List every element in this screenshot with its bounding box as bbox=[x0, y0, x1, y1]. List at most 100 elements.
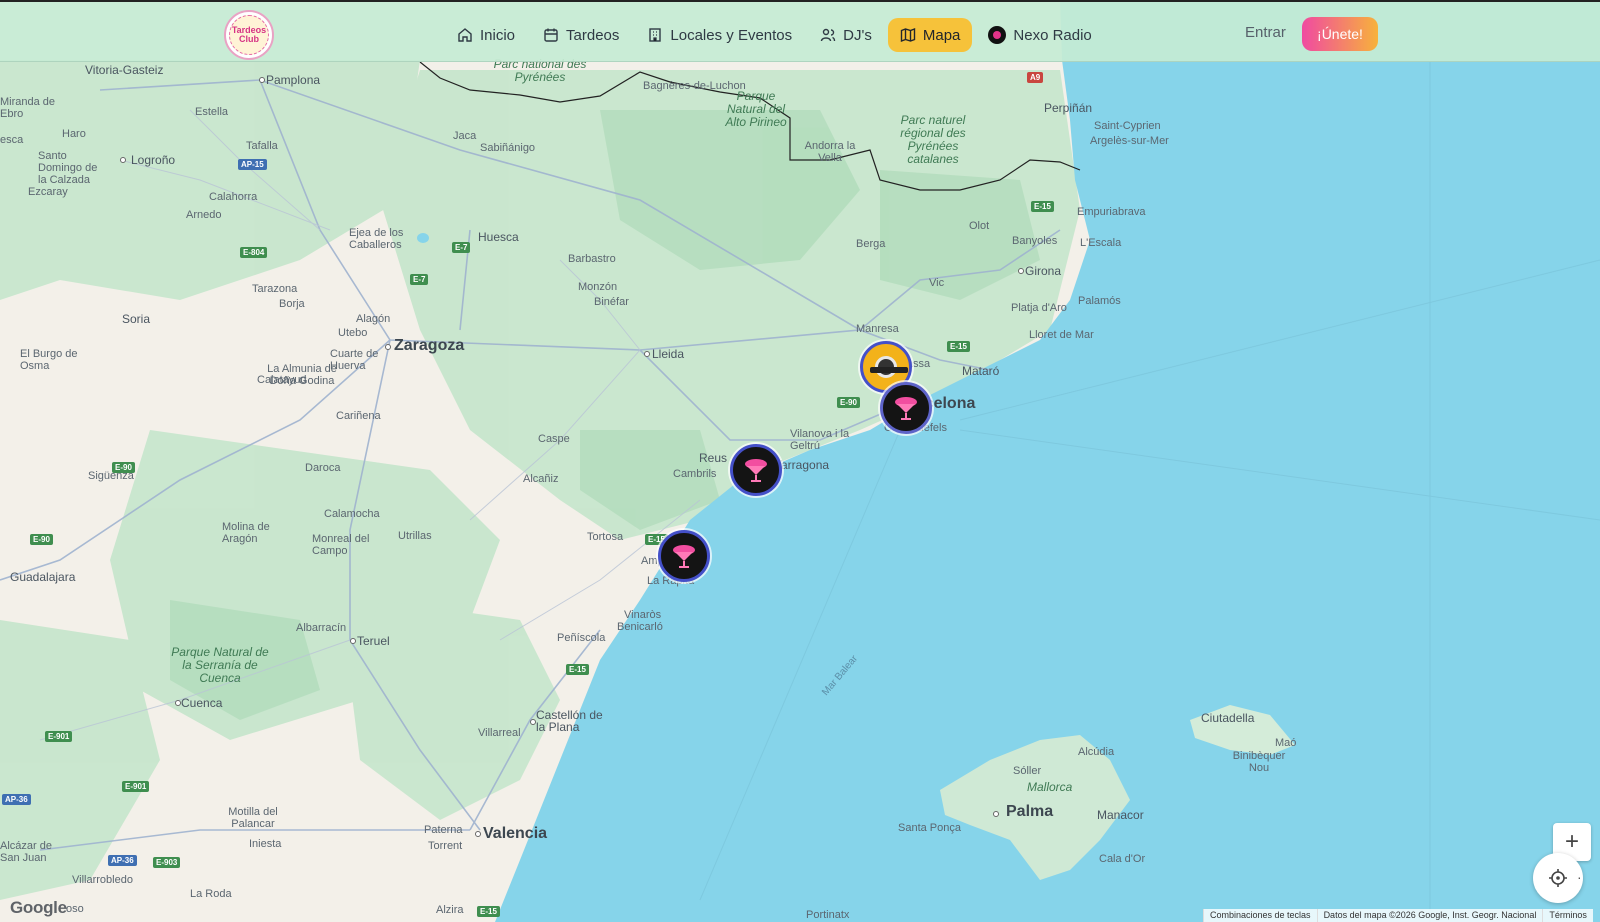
locate-dot: · bbox=[1577, 869, 1582, 885]
login-link[interactable]: Entrar bbox=[1245, 24, 1286, 41]
map-label: Motilla del Palancar bbox=[228, 806, 278, 830]
nav-label: DJ's bbox=[843, 26, 872, 44]
road-shield: A9 bbox=[1027, 72, 1044, 83]
map-label: Vitoria-Gasteiz bbox=[85, 63, 164, 77]
city-dot bbox=[259, 77, 265, 83]
map-label: Valencia bbox=[483, 825, 548, 842]
map-canvas[interactable]: Vitoria-Gasteiz Pamplona Miranda de Ebro… bbox=[0, 0, 1600, 922]
map-label: Andorra la Vella bbox=[804, 140, 856, 164]
city-dot bbox=[644, 351, 650, 357]
map-label: Miranda de Ebro bbox=[0, 96, 56, 120]
map-label: Palma bbox=[1006, 803, 1054, 820]
map-label: Zaragoza bbox=[394, 337, 465, 354]
road-shield: E-901 bbox=[122, 781, 150, 792]
my-location-button[interactable]: · bbox=[1533, 853, 1583, 903]
nav-label: Locales y Eventos bbox=[670, 26, 793, 44]
map-label: Manresa bbox=[856, 323, 899, 335]
map-label: Berga bbox=[856, 238, 886, 250]
map-label: Sóller bbox=[1013, 765, 1042, 777]
nav-label: Mapa bbox=[922, 26, 961, 44]
map-label-park: Parc naturel régional des Pyrénées catal… bbox=[900, 113, 966, 166]
map-label: Villarreal bbox=[478, 727, 521, 739]
nav-locales-eventos[interactable]: Locales y Eventos bbox=[635, 18, 804, 52]
map-label: Torrent bbox=[428, 840, 463, 852]
map-label: Lleida bbox=[652, 347, 685, 361]
map-label: L'Escala bbox=[1080, 237, 1122, 249]
map-label: Cala d'Or bbox=[1099, 853, 1146, 865]
map-label: Iniesta bbox=[249, 838, 282, 850]
map-label: Barbastro bbox=[568, 253, 616, 265]
map-label: Empuriabrava bbox=[1077, 206, 1146, 218]
map-marker-tardeos-amposta[interactable] bbox=[658, 530, 710, 582]
map-label: Monzón bbox=[578, 281, 618, 293]
nav-label: Nexo Radio bbox=[1013, 26, 1092, 44]
map-label: esca bbox=[0, 134, 24, 146]
cocktail-glass-icon bbox=[895, 397, 917, 420]
map-label: Calatayud bbox=[257, 374, 307, 386]
road-shield: E-90 bbox=[30, 534, 53, 545]
map-label: Tafalla bbox=[246, 140, 278, 152]
map-label: Daroca bbox=[305, 462, 341, 474]
map-label: Teruel bbox=[357, 634, 390, 648]
vinyl-disc-icon bbox=[870, 356, 908, 378]
road-shield: E-901 bbox=[45, 731, 73, 742]
nav-djs[interactable]: DJ's bbox=[808, 18, 884, 52]
tardeos-club-logo[interactable]: Tardeos Club bbox=[224, 10, 274, 60]
map-label: Alzira bbox=[436, 904, 464, 916]
map-label: Calahorra bbox=[209, 191, 258, 203]
map-label: Tarragona bbox=[775, 458, 830, 472]
map-label: Cambrils bbox=[673, 468, 717, 480]
cocktail-glass-icon bbox=[745, 459, 767, 482]
map-label: Logroño bbox=[131, 153, 176, 167]
map-label: Vilanova i la Geltrú bbox=[790, 428, 850, 452]
main-nav: Inicio Tardeos Locales y Eventos DJ's Ma… bbox=[445, 18, 1104, 52]
terms-link[interactable]: Términos bbox=[1542, 909, 1593, 922]
map-label: Benicarló bbox=[617, 621, 663, 633]
map-label: Albarracín bbox=[296, 622, 347, 634]
nav-inicio[interactable]: Inicio bbox=[445, 18, 527, 52]
city-dot bbox=[1018, 268, 1024, 274]
map-label: Utrillas bbox=[398, 530, 432, 542]
map-label: Alcúdia bbox=[1078, 746, 1115, 758]
map-label: Molina de Aragón bbox=[222, 521, 270, 545]
map-label: Olot bbox=[969, 220, 990, 232]
nav-tardeos[interactable]: Tardeos bbox=[531, 18, 631, 52]
city-dot bbox=[993, 811, 999, 817]
road-shield: E-15 bbox=[1031, 201, 1054, 212]
map-label: Palamós bbox=[1078, 295, 1121, 307]
radio-logo-icon bbox=[988, 26, 1007, 44]
nav-nexo-radio[interactable]: Nexo Radio bbox=[976, 18, 1103, 52]
map-label: Caspe bbox=[538, 433, 570, 445]
keyboard-shortcuts-link[interactable]: Combinaciones de teclas bbox=[1203, 909, 1317, 922]
map-label: Manacor bbox=[1097, 808, 1144, 822]
city-dot bbox=[385, 344, 391, 350]
map-label: Tortosa bbox=[587, 531, 624, 543]
map-label: Monreal del Campo bbox=[312, 533, 370, 557]
nav-mapa[interactable]: Mapa bbox=[887, 18, 973, 52]
map-label: Haro bbox=[62, 128, 86, 140]
map-label: Arnedo bbox=[186, 209, 222, 221]
road-shield: E-804 bbox=[240, 247, 268, 258]
map-label: Huesca bbox=[478, 230, 519, 244]
map-marker-tardeos-tarragona[interactable] bbox=[730, 444, 782, 496]
map-label: Peñíscola bbox=[557, 632, 606, 644]
map-icon bbox=[900, 27, 916, 43]
map-label: Borja bbox=[279, 298, 305, 310]
nav-label: Inicio bbox=[480, 26, 516, 44]
map-marker-tardeos-barcelona[interactable] bbox=[880, 382, 932, 434]
map-label: Calamocha bbox=[324, 508, 380, 520]
map-label: Ejea de los Caballeros bbox=[349, 227, 404, 251]
map-label: Saint-Cyprien bbox=[1094, 120, 1161, 132]
map-label: Maó bbox=[1275, 737, 1297, 749]
map-label: Cuenca bbox=[181, 696, 223, 710]
road-shield: AP-15 bbox=[238, 159, 267, 170]
map-label: Lloret de Mar bbox=[1029, 329, 1094, 341]
city-dot bbox=[350, 638, 356, 644]
join-button[interactable]: ¡Únete! bbox=[1302, 17, 1378, 51]
map-label: Alcañiz bbox=[523, 473, 559, 485]
map-label: Villarrobledo bbox=[72, 874, 133, 886]
calendar-icon bbox=[544, 28, 558, 42]
map-label: La Roda bbox=[190, 888, 232, 900]
road-shield: E-90 bbox=[837, 397, 860, 408]
map-label: Cariñena bbox=[336, 410, 381, 422]
